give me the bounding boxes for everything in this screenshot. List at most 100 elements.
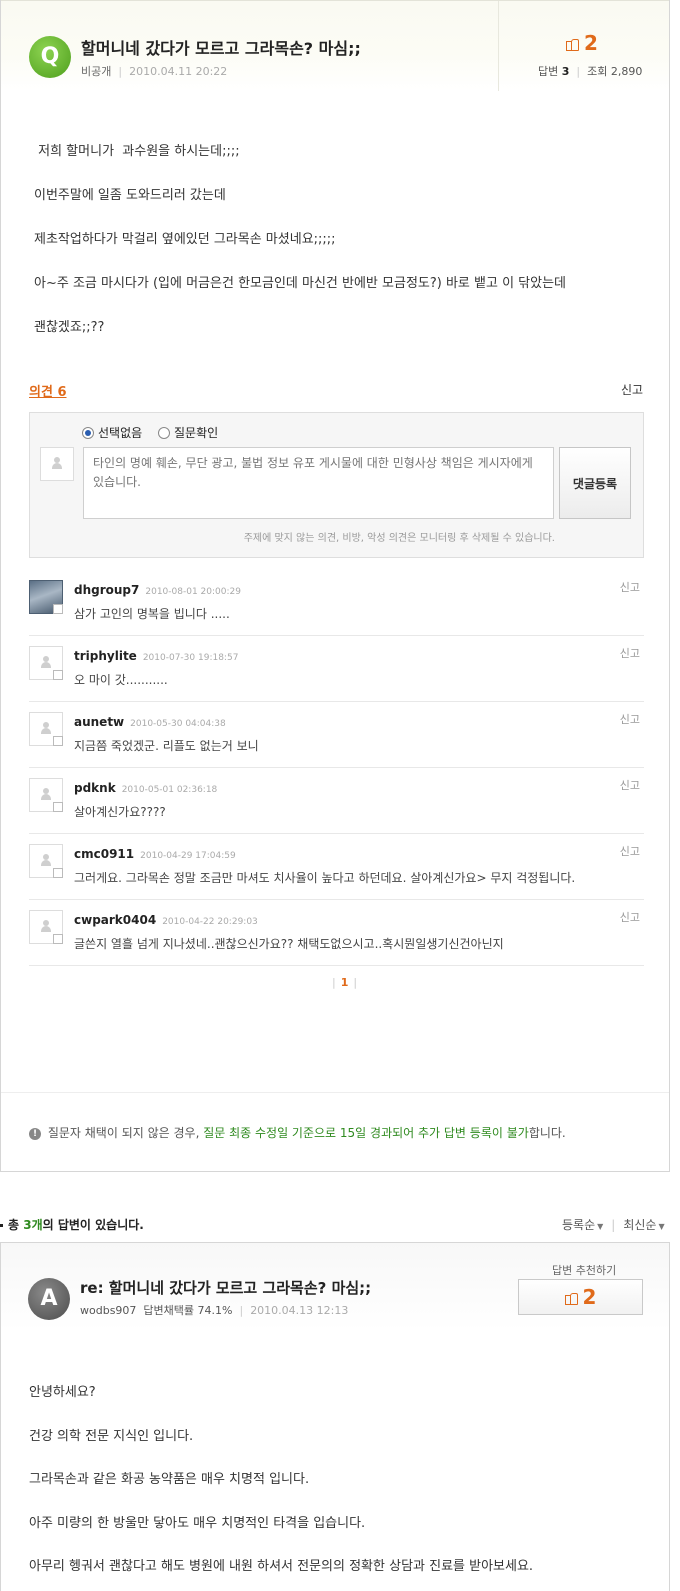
question-badge: Q	[29, 36, 71, 78]
comment-report-link[interactable]: 신고	[620, 711, 640, 727]
comment-date: 2010-08-01 20:00:29	[145, 587, 241, 597]
summary-prefix: 총	[8, 1218, 24, 1232]
question-body-line: 아~주 조금 마시다가 (입에 머금은건 한모금인데 마신건 반에반 모금정도?…	[34, 276, 567, 291]
answer-title: re: 할머니네 갔다가 모르고 그라목손? 마심;;	[80, 1279, 372, 1297]
person-icon	[41, 656, 51, 668]
pagination: | 1 |	[332, 976, 358, 989]
answers-summary: 총 3개의 답변이 있습니다.	[0, 1216, 144, 1233]
person-icon	[41, 722, 51, 734]
comment-date: 2010-04-22 20:29:03	[162, 917, 258, 927]
comment-username[interactable]: triphylite	[74, 649, 137, 663]
avatar	[40, 447, 74, 481]
avatar[interactable]	[29, 844, 63, 878]
answer-recommend-count: 2	[582, 1284, 597, 1309]
question-body-line: 저희 할머니가 과수원을 하시는데;;;;	[34, 144, 240, 159]
avatar[interactable]	[29, 778, 63, 812]
views-count: 2,890	[610, 65, 643, 78]
person-icon	[41, 920, 51, 932]
sort-registered[interactable]: 등록순 ▼	[562, 1218, 603, 1232]
header-divider	[498, 1, 499, 91]
answer-body-line: 그라목손과 같은 화공 농약품은 매우 치명적 입니다.	[29, 1472, 310, 1487]
list-item: dhgroup7 2010-08-01 20:00:29 삼가 고인의 명복을 빕…	[29, 570, 644, 636]
answer-recommend-label: 답변 추천하기	[552, 1264, 617, 1277]
comment-author[interactable]: dhgroup7 2010-08-01 20:00:29	[74, 583, 241, 597]
avatar[interactable]	[29, 712, 63, 746]
radio-none-label[interactable]: 선택없음	[98, 426, 142, 440]
answers-total: 3개	[23, 1218, 43, 1232]
bullet-icon	[0, 1224, 3, 1227]
avatar[interactable]	[29, 910, 63, 944]
answer-body-line: 아주 미량의 한 방울만 닿아도 매우 치명적인 타격을 입습니다.	[29, 1515, 366, 1531]
answer-body-line: 안녕하세요?	[29, 1385, 96, 1400]
comment-author[interactable]: cwpark0404 2010-04-22 20:29:03	[74, 913, 258, 927]
comment-report-link[interactable]: 신고	[620, 843, 640, 859]
question-body-line: 제초작업하다가 막걸리 옆에있던 그라목손 마셨네요;;;;;	[34, 232, 336, 247]
list-item: pdknk 2010-05-01 02:36:18 살아계신가요???? 신고	[29, 768, 644, 834]
list-item: aunetw 2010-05-30 04:04:38 지금쯤 죽었겠군. 리플도 …	[29, 702, 644, 768]
answer-body-line: 아무리 헹궈서 괜찮다고 해도 병원에 내원 하셔서 전문의의 정확한 상담과 …	[29, 1559, 534, 1574]
question-body-line: 괜찮겠죠;;??	[34, 320, 105, 335]
comment-date: 2010-05-30 04:04:38	[130, 719, 226, 729]
comment-date: 2010-05-01 02:36:18	[121, 785, 218, 795]
sort-latest[interactable]: 최신순 ▼	[623, 1218, 664, 1232]
question-body-line: 이번주말에 일좀 도와드리러 갔는데	[34, 188, 226, 203]
answer-date: 2010.04.13 12:13	[250, 1304, 349, 1317]
question-date: 2010.04.11 20:22	[129, 65, 228, 78]
comment-username[interactable]: cwpark0404	[74, 913, 156, 927]
comment-author[interactable]: pdknk 2010-05-01 02:36:18	[74, 781, 217, 795]
comment-report-link[interactable]: 신고	[620, 645, 640, 661]
question-author[interactable]: 비공개	[81, 65, 111, 78]
sort-latest-label[interactable]: 최신순	[623, 1218, 656, 1232]
avatar[interactable]	[29, 646, 63, 680]
notice: ! 질문자 채택이 되지 않은 경우, 질문 최종 수정일 기준으로 15일 경…	[29, 1124, 566, 1141]
comment-report-link[interactable]: 신고	[620, 777, 640, 793]
comment-author[interactable]: triphylite 2010-07-30 19:18:57	[74, 649, 238, 663]
comment-report-link[interactable]: 신고	[620, 909, 640, 925]
avatar[interactable]	[29, 580, 63, 614]
comment-text: 지금쯤 죽었겠군. 리플도 없는거 보니	[74, 739, 259, 753]
comment-submit-button[interactable]: 댓글등록	[559, 447, 631, 519]
radio-confirm[interactable]	[158, 426, 170, 439]
comment-input[interactable]	[83, 447, 554, 519]
comment-text: 삼가 고인의 명복을 빕니다 .....	[74, 607, 230, 621]
answer-author[interactable]: wodbs907	[80, 1304, 136, 1317]
comment-form-note: 주제에 맞지 않는 의견, 비방, 악성 의견은 모니터링 후 삭제될 수 있습…	[243, 533, 555, 544]
list-item: cmc0911 2010-04-29 17:04:59 그러게요. 그라목손 정말…	[29, 834, 644, 900]
answer-recommend-button[interactable]: 2	[518, 1279, 643, 1315]
comment-author[interactable]: cmc0911 2010-04-29 17:04:59	[74, 847, 236, 861]
comment-list: dhgroup7 2010-08-01 20:00:29 삼가 고인의 명복을 빕…	[29, 570, 644, 966]
thumbs-up-icon	[564, 1291, 578, 1305]
comment-text: 살아계신가요????	[74, 805, 166, 819]
question-report-link[interactable]: 신고	[621, 381, 643, 398]
comment-form: 선택없음 질문확인 댓글등록 주제에 맞지 않는 의견, 비방, 악성 의견은 …	[29, 412, 644, 558]
notice-text-end: 합니다.	[528, 1126, 566, 1140]
question-header: Q 할머니네 갔다가 모르고 그라목손? 마심;; 비공개 | 2010.04.11…	[1, 0, 669, 91]
comment-author[interactable]: aunetw 2010-05-30 04:04:38	[74, 715, 226, 729]
notice-highlight: 질문 최종 수정일 기준으로 15일 경과되어 추가 답변 등록이 불가	[203, 1126, 529, 1140]
question-recommend-count: 2	[584, 31, 598, 55]
info-icon: !	[29, 1127, 41, 1140]
answers-label: 답변	[538, 65, 559, 78]
radio-none[interactable]	[82, 426, 94, 439]
answer-badge: A	[28, 1278, 70, 1320]
opinions-title[interactable]: 의견 6	[29, 381, 67, 400]
question-meta: 비공개 | 2010.04.11 20:22	[81, 65, 228, 78]
comment-username[interactable]: aunetw	[74, 715, 124, 729]
comment-report-link[interactable]: 신고	[620, 579, 640, 595]
list-item: triphylite 2010-07-30 19:18:57 오 마이 갓....…	[29, 636, 644, 702]
question-recommend[interactable]: 2	[566, 31, 598, 55]
radio-confirm-label[interactable]: 질문확인	[174, 426, 218, 440]
comment-username[interactable]: pdknk	[74, 781, 116, 795]
comment-username[interactable]: dhgroup7	[74, 583, 139, 597]
comment-username[interactable]: cmc0911	[74, 847, 134, 861]
comment-date: 2010-04-29 17:04:59	[140, 851, 236, 861]
question-stats: 답변 3 | 조회 2,890	[538, 65, 643, 78]
question-panel: Q 할머니네 갔다가 모르고 그라목손? 마심;; 비공개 | 2010.04.11…	[0, 0, 670, 1172]
thumbs-up-icon	[566, 37, 579, 51]
question-body: 저희 할머니가 과수원을 하시는데;;;; 이번주말에 일좀 도와드리러 갔는데…	[34, 140, 566, 360]
answer-adopt-rate: 답변채택률 74.1%	[143, 1304, 233, 1317]
sort-registered-label[interactable]: 등록순	[562, 1218, 595, 1232]
person-icon	[41, 854, 51, 866]
page-current[interactable]: 1	[341, 976, 349, 989]
summary-suffix: 의 답변이 있습니다.	[42, 1218, 144, 1232]
